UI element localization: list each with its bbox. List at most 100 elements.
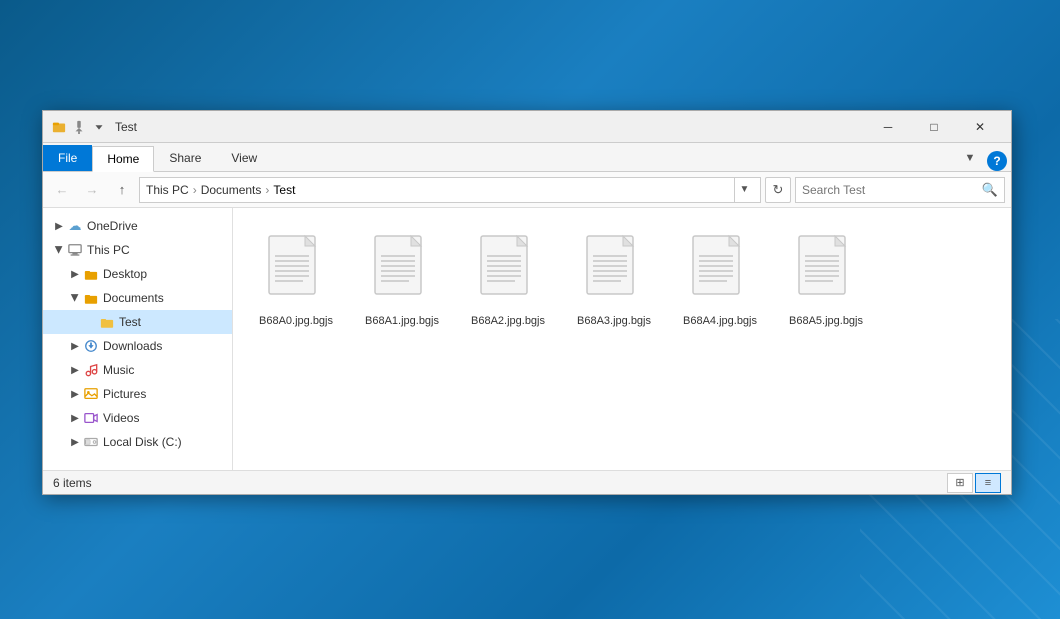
file-icon-wrapper [472,232,544,312]
drive-icon [83,434,99,450]
file-item[interactable]: B68A2.jpg.bgjs [463,226,553,334]
maximize-button[interactable]: □ [911,111,957,143]
main-content: ▶ ☁ OneDrive ▶ This PC ▶ [43,208,1011,470]
close-button[interactable]: ✕ [957,111,1003,143]
file-icon [477,234,539,310]
file-name: B68A2.jpg.bgjs [471,314,545,328]
this-pc-icon [67,242,83,258]
view-medium-button[interactable]: ⊞ [947,473,973,493]
onedrive-icon: ☁ [67,218,83,234]
path-test[interactable]: Test [273,183,295,197]
file-icon-wrapper [790,232,862,312]
sidebar-item-documents[interactable]: ▶ Documents [43,286,232,310]
sidebar-item-music[interactable]: ▶ Music [43,358,232,382]
tab-share[interactable]: Share [154,145,216,171]
title-bar: Test ─ □ ✕ [43,111,1011,143]
ribbon-chevron[interactable]: ▼ [957,145,983,171]
sidebar-item-downloads[interactable]: ▶ Downloads [43,334,232,358]
sidebar-label-local-disk: Local Disk (C:) [103,435,182,449]
arrow-downloads: ▶ [67,338,83,354]
address-path[interactable]: This PC › Documents › Test ▼ [139,177,761,203]
file-icon-wrapper [366,232,438,312]
arrow-music: ▶ [67,362,83,378]
file-item[interactable]: B68A0.jpg.bgjs [251,226,341,334]
music-icon [83,362,99,378]
arrow-local-disk: ▶ [67,434,83,450]
file-name: B68A4.jpg.bgjs [683,314,757,328]
search-input[interactable] [802,183,982,197]
arrow-this-pc: ▶ [51,242,67,258]
file-name: B68A0.jpg.bgjs [259,314,333,328]
minimize-button[interactable]: ─ [865,111,911,143]
file-icon-wrapper [684,232,756,312]
file-name: B68A3.jpg.bgjs [577,314,651,328]
file-item[interactable]: B68A4.jpg.bgjs [675,226,765,334]
sidebar-item-onedrive[interactable]: ▶ ☁ OneDrive [43,214,232,238]
file-icon [371,234,433,310]
file-item[interactable]: B68A1.jpg.bgjs [357,226,447,334]
file-icon [265,234,327,310]
status-bar: 6 items ⊞ ≡ [43,470,1011,494]
sidebar-item-pictures[interactable]: ▶ Pictures [43,382,232,406]
downloads-icon [83,338,99,354]
tab-view[interactable]: View [216,145,272,171]
file-icon [583,234,645,310]
item-count: 6 items [53,476,92,490]
search-box[interactable]: 🔍 [795,177,1005,203]
sidebar-label-pictures: Pictures [103,387,146,401]
documents-folder-icon [83,290,99,306]
search-button[interactable]: 🔍 [982,182,998,198]
tab-file[interactable]: File [43,145,92,171]
view-buttons: ⊞ ≡ [947,473,1001,493]
path-this-pc[interactable]: This PC [146,183,189,197]
sidebar-label-downloads: Downloads [103,339,162,353]
arrow-videos: ▶ [67,410,83,426]
sidebar-label-desktop: Desktop [103,267,147,281]
sidebar-item-local-disk[interactable]: ▶ Local Disk (C:) [43,430,232,454]
down-arrow-icon [91,119,107,135]
ribbon: File Home Share View ▼ ? [43,143,1011,172]
back-button[interactable]: ← [49,177,75,203]
pin-icon [71,119,87,135]
sidebar-item-test[interactable]: ▶ Test [43,310,232,334]
sidebar-label-music: Music [103,363,134,377]
desktop-icon [83,266,99,282]
arrow-documents: ▶ [67,290,83,306]
window-controls: ─ □ ✕ [865,111,1003,143]
file-name: B68A5.jpg.bgjs [789,314,863,328]
test-folder-icon [99,314,115,330]
sidebar-label-onedrive: OneDrive [87,219,138,233]
file-icon [795,234,857,310]
arrow-desktop: ▶ [67,266,83,282]
sidebar-item-videos[interactable]: ▶ Videos [43,406,232,430]
up-button[interactable]: ↑ [109,177,135,203]
title-bar-icons [51,119,107,135]
sidebar-label-videos: Videos [103,411,139,425]
path-documents[interactable]: Documents [201,183,262,197]
videos-icon [83,410,99,426]
ribbon-tabs: File Home Share View ▼ ? [43,143,1011,171]
arrow-onedrive: ▶ [51,218,67,234]
view-list-button[interactable]: ≡ [975,473,1001,493]
sidebar: ▶ ☁ OneDrive ▶ This PC ▶ [43,208,233,470]
file-item[interactable]: B68A5.jpg.bgjs [781,226,871,334]
tab-home[interactable]: Home [92,146,154,172]
explorer-window: Test ─ □ ✕ File Home Share View ▼ ? ← → … [42,110,1012,495]
file-icon-wrapper [260,232,332,312]
files-grid: B68A0.jpg.bgjs B68A1.jpg. [243,218,1001,342]
sidebar-item-this-pc[interactable]: ▶ This PC [43,238,232,262]
arrow-pictures: ▶ [67,386,83,402]
refresh-button[interactable]: ↻ [765,177,791,203]
file-item[interactable]: B68A3.jpg.bgjs [569,226,659,334]
sidebar-label-documents: Documents [103,291,164,305]
forward-button[interactable]: → [79,177,105,203]
sidebar-item-desktop[interactable]: ▶ Desktop [43,262,232,286]
file-icon-wrapper [578,232,650,312]
file-area: B68A0.jpg.bgjs B68A1.jpg. [233,208,1011,470]
window-title: Test [115,120,865,134]
folder-title-icon [51,119,67,135]
help-button[interactable]: ? [987,151,1007,171]
address-bar: ← → ↑ This PC › Documents › Test ▼ ↻ 🔍 [43,172,1011,208]
address-dropdown[interactable]: ▼ [734,177,754,203]
file-name: B68A1.jpg.bgjs [365,314,439,328]
